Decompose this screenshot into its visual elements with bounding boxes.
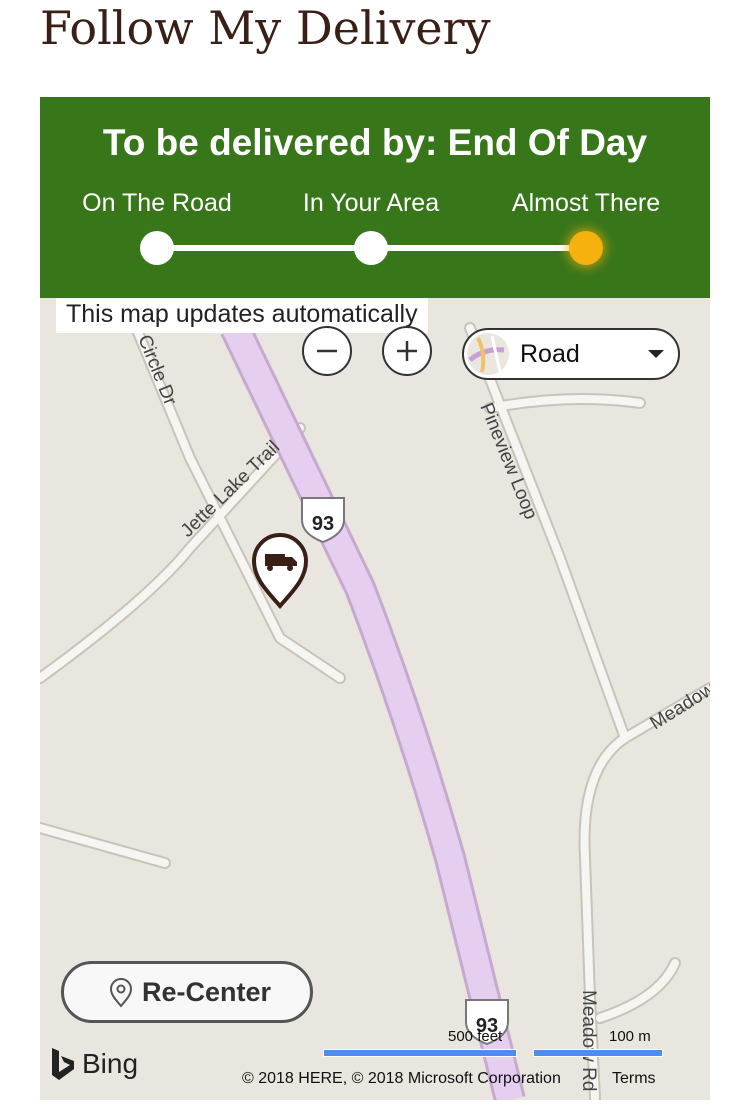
- location-pin-icon: [109, 978, 133, 1008]
- page-title: Follow My Delivery: [40, 1, 491, 55]
- map-attribution: © 2018 HERE, © 2018 Microsoft Corporatio…: [242, 1070, 561, 1087]
- scale-bar-meters: [533, 1049, 663, 1057]
- scale-feet-label: 500 feet: [448, 1028, 503, 1045]
- zoom-in-button[interactable]: [382, 326, 432, 376]
- delivery-status-panel: To be delivered by: End Of Day On The Ro…: [40, 97, 710, 298]
- step-label-almost-there: Almost There: [511, 189, 661, 217]
- road-label-meadow: Meadow: [647, 678, 710, 734]
- scale-meters-label: 100 m: [609, 1028, 651, 1045]
- scale-bar-feet: [323, 1049, 517, 1057]
- map-style-value: Road: [520, 340, 580, 368]
- step-label-in-your-area: In Your Area: [302, 189, 440, 217]
- road-label-meadow-rd: Meadow Rd: [578, 990, 599, 1091]
- chevron-down-icon: [648, 350, 664, 358]
- map-auto-update-note: This map updates automatically: [56, 298, 428, 333]
- step-dot-on-the-road: [140, 231, 174, 265]
- delivery-eta: To be delivered by: End Of Day: [102, 122, 648, 163]
- step-dot-in-your-area: [354, 231, 388, 265]
- map-style-select[interactable]: Road: [462, 328, 680, 380]
- zoom-out-button[interactable]: [302, 326, 352, 376]
- step-dot-almost-there: [569, 231, 603, 265]
- minus-icon: [317, 349, 337, 353]
- recenter-label: Re-Center: [142, 977, 272, 1007]
- plus-icon: [397, 341, 417, 361]
- step-label-on-the-road: On The Road: [82, 189, 232, 217]
- highway-shield-label: 93: [312, 513, 334, 535]
- bing-logo-icon: [52, 1048, 74, 1080]
- delivery-map[interactable]: 93 93 Circle Dr Jette Lake Trail Pinevie…: [40, 298, 710, 1100]
- terms-link[interactable]: Terms: [612, 1070, 656, 1088]
- recenter-button[interactable]: Re-Center: [61, 961, 313, 1023]
- bing-logo-text: Bing: [82, 1048, 139, 1079]
- road-label-circle-dr: Circle Dr: [133, 332, 180, 409]
- road-map-thumbnail-icon: [467, 333, 509, 375]
